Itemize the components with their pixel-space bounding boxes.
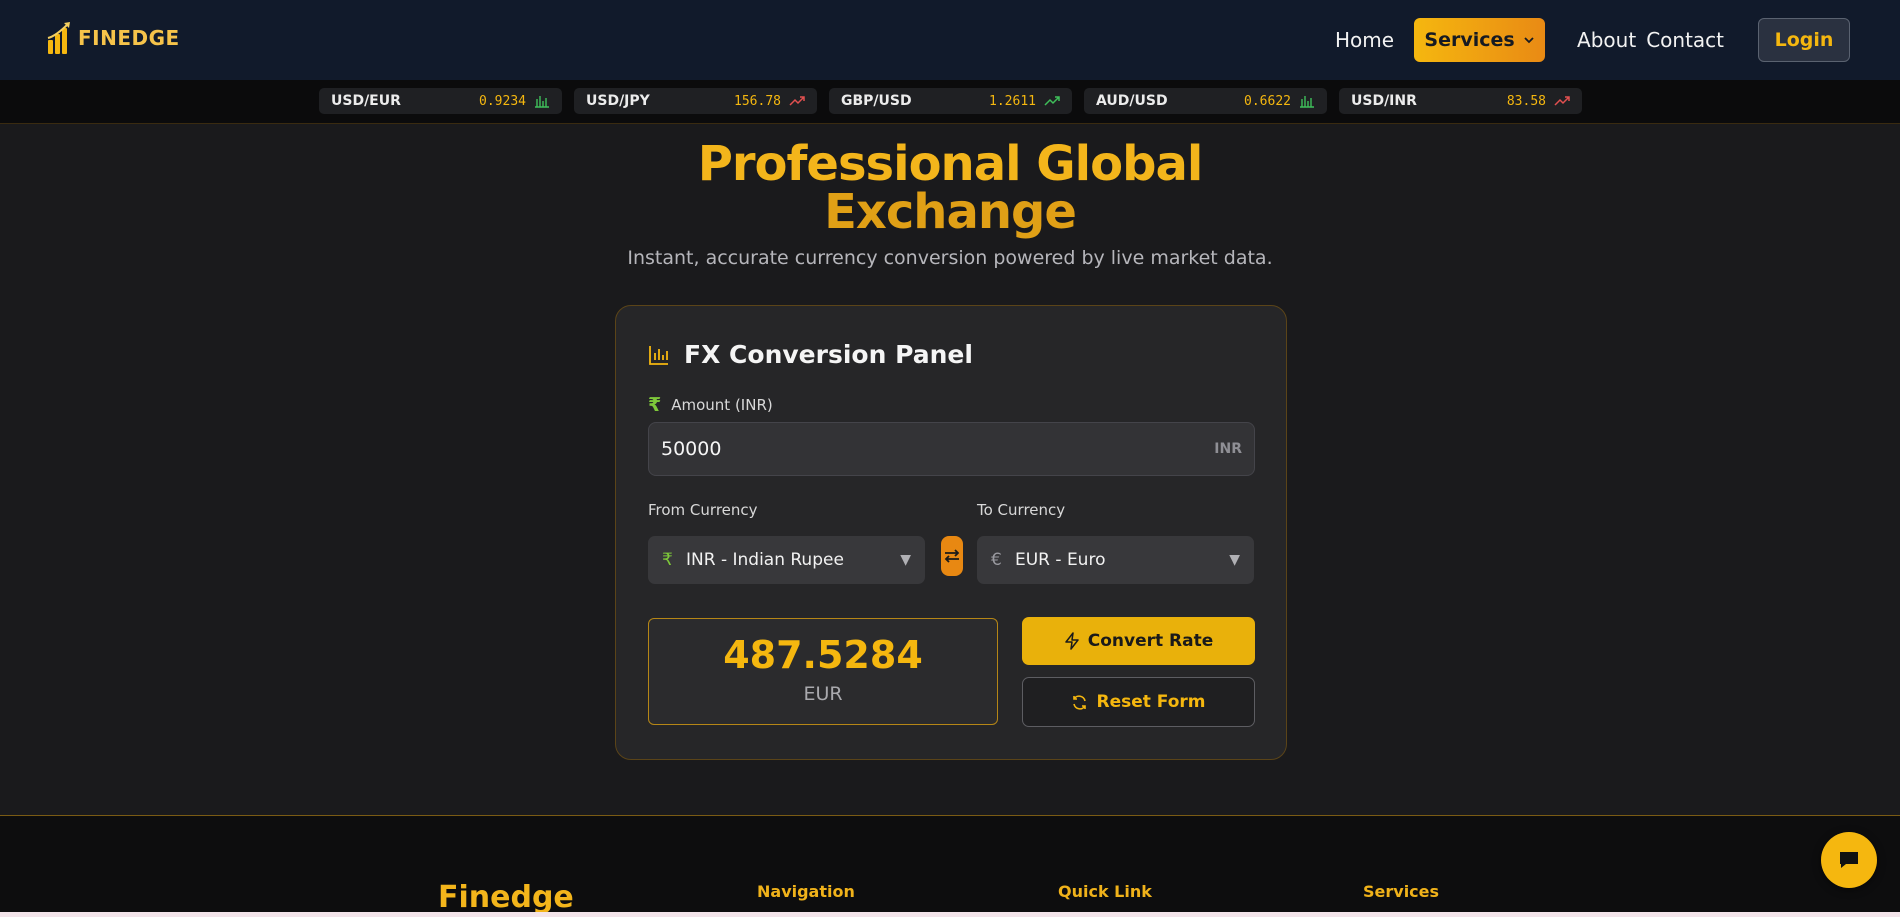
amount-unit: INR (1214, 441, 1242, 457)
top-navbar: FINEDGE Home Services About Contact Logi… (0, 0, 1900, 80)
nav-links: Home Services About Contact Login (1313, 18, 1850, 62)
caret-down-icon: ▼ (1229, 552, 1240, 568)
site-footer: Finedge Navigation Quick Link Services (0, 815, 1900, 917)
trend-up-icon (1554, 96, 1570, 106)
to-currency-label: To Currency (977, 501, 1066, 519)
nav-services-button[interactable]: Services (1414, 18, 1546, 62)
bars-icon (535, 96, 549, 108)
nav-home[interactable]: Home (1335, 28, 1394, 52)
footer-heading-navigation: Navigation (757, 882, 855, 901)
panel-title: FX Conversion Panel (684, 340, 973, 369)
result-value: 487.5284 (723, 633, 923, 677)
to-currency-select[interactable]: € EUR - Euro ▼ (977, 536, 1254, 584)
convert-rate-label: Convert Rate (1087, 631, 1214, 651)
ticker-item: GBP/USD 1.2611 (829, 88, 1072, 114)
hero-title-line2: Exchange (824, 184, 1077, 240)
bottom-edge-strip (0, 912, 1900, 917)
panel-header: FX Conversion Panel (648, 340, 973, 369)
ticker-pair: USD/JPY (586, 93, 650, 109)
from-currency-select[interactable]: ₹ INR - Indian Rupee ▼ (648, 536, 925, 584)
amount-label-text: Amount (INR) (671, 396, 773, 414)
amount-value[interactable]: 50000 (661, 438, 1214, 460)
reset-form-button[interactable]: Reset Form (1022, 677, 1255, 727)
ticker-item: USD/JPY 156.78 (574, 88, 817, 114)
footer-brand: Finedge (438, 880, 574, 915)
ticker-pair: GBP/USD (841, 93, 912, 109)
fx-conversion-panel: FX Conversion Panel ₹ Amount (INR) 50000… (615, 305, 1287, 760)
footer-heading-quick-link: Quick Link (1058, 882, 1152, 901)
rate-ticker: USD/EUR 0.9234 USD/JPY 156.78 GBP/USD 1.… (0, 80, 1900, 124)
result-currency: EUR (803, 683, 843, 705)
refresh-icon (1073, 694, 1087, 710)
ticker-value: 0.6622 (1244, 93, 1291, 109)
chevron-down-icon (1524, 37, 1534, 44)
nav-services-label: Services (1424, 29, 1515, 51)
ticker-pair: USD/INR (1351, 93, 1417, 109)
rupee-icon: ₹ (662, 550, 673, 570)
nav-about[interactable]: About (1577, 28, 1636, 52)
amount-input[interactable]: 50000 INR (648, 422, 1255, 476)
ticker-item: AUD/USD 0.6622 (1084, 88, 1327, 114)
brand-logo[interactable]: FINEDGE (46, 20, 180, 56)
trend-up-icon (1044, 96, 1060, 106)
caret-down-icon: ▼ (900, 552, 911, 568)
bars-icon (1300, 96, 1314, 108)
euro-icon: € (991, 550, 1002, 570)
trend-up-icon (789, 96, 805, 106)
from-currency-label: From Currency (648, 501, 758, 519)
ticker-item: USD/EUR 0.9234 (319, 88, 562, 114)
ticker-value: 0.9234 (479, 93, 526, 109)
footer-heading-services: Services (1363, 882, 1440, 901)
rupee-icon: ₹ (648, 394, 662, 416)
ticker-pair: AUD/USD (1096, 93, 1168, 109)
ticker-pair: USD/EUR (331, 93, 401, 109)
to-currency-value: EUR - Euro (1015, 550, 1106, 570)
chart-bars-icon (649, 345, 668, 365)
chat-button[interactable] (1821, 832, 1877, 888)
brand-name: FINEDGE (78, 26, 180, 50)
login-button[interactable]: Login (1758, 18, 1850, 62)
logo-bars-icon (47, 22, 70, 54)
swap-arrows-icon (944, 549, 960, 563)
reset-form-label: Reset Form (1096, 692, 1206, 712)
chat-bubble-icon (1840, 852, 1858, 868)
ticker-value: 83.58 (1506, 93, 1546, 109)
lightning-icon (1064, 632, 1079, 650)
ticker-item: USD/INR 83.58 (1339, 88, 1582, 114)
hero-title-line1: Professional Global (697, 136, 1204, 192)
convert-rate-button[interactable]: Convert Rate (1022, 617, 1255, 665)
swap-currencies-button[interactable] (941, 536, 963, 576)
nav-contact[interactable]: Contact (1646, 28, 1724, 52)
conversion-result: 487.5284 EUR (648, 618, 998, 725)
amount-label: ₹ Amount (INR) (648, 394, 773, 416)
hero-subtitle: Instant, accurate currency conversion po… (627, 247, 1273, 269)
from-currency-value: INR - Indian Rupee (686, 550, 844, 570)
ticker-value: 156.78 (734, 93, 781, 109)
ticker-value: 1.2611 (989, 93, 1036, 109)
